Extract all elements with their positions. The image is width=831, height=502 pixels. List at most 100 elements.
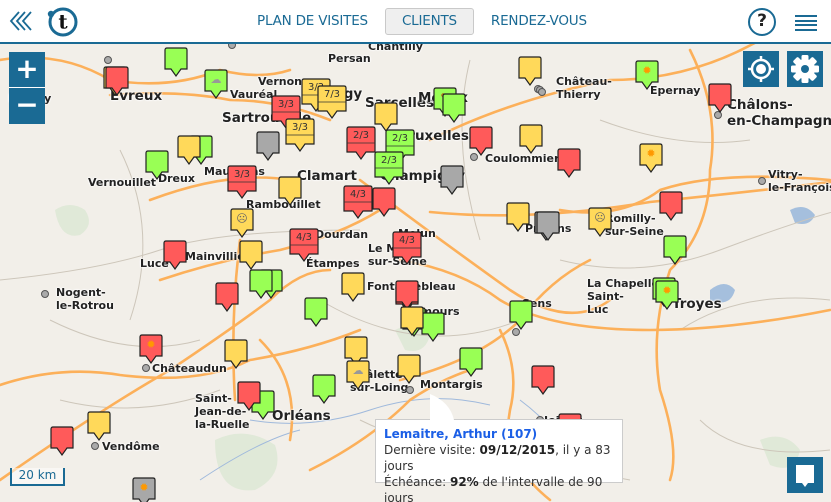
- client-marker-red[interactable]: [557, 148, 581, 179]
- client-marker-yellow[interactable]: [87, 411, 111, 442]
- marker-pin-shape: [459, 347, 483, 378]
- client-marker-yellow[interactable]: [506, 202, 530, 233]
- due-percent: 92%: [449, 475, 479, 489]
- client-marker-green[interactable]: [249, 269, 273, 300]
- client-marker-green[interactable]: [312, 374, 336, 405]
- client-marker-green[interactable]: ☁: [204, 69, 228, 100]
- tab-rendez-vous[interactable]: RENDEZ-VOUS: [480, 8, 598, 35]
- marker-pin-shape: [163, 240, 187, 271]
- logo[interactable]: t: [45, 6, 79, 38]
- marker-pin-shape: [400, 306, 424, 337]
- client-marker-yellow[interactable]: [224, 339, 248, 370]
- client-marker-gray[interactable]: [256, 131, 280, 162]
- client-marker-red[interactable]: [215, 282, 239, 313]
- client-marker-yellow[interactable]: ☹: [588, 207, 612, 238]
- client-marker-green[interactable]: [663, 235, 687, 266]
- road: [0, 268, 332, 482]
- city-label: Châteaudun: [152, 362, 227, 375]
- client-marker-red[interactable]: [469, 126, 493, 157]
- client-marker-green[interactable]: ✹: [655, 280, 679, 311]
- client-marker-red[interactable]: [50, 426, 74, 457]
- client-marker-yellow[interactable]: [278, 176, 302, 207]
- client-marker-red[interactable]: [659, 191, 683, 222]
- marker-pin-shape: [442, 93, 466, 124]
- zoom-out-button[interactable]: −: [9, 87, 45, 124]
- marker-pin-shape: [536, 211, 560, 242]
- locate-button[interactable]: [743, 51, 779, 87]
- client-marker-green[interactable]: [145, 150, 169, 181]
- city-label: Montargis: [420, 378, 483, 391]
- client-marker-yellow[interactable]: 3/3: [285, 118, 315, 153]
- client-marker-gray[interactable]: ✹: [132, 477, 156, 502]
- marker-pin-shape: [395, 280, 419, 311]
- client-marker-yellow[interactable]: [518, 56, 542, 87]
- back-button[interactable]: [8, 10, 34, 32]
- client-marker-yellow[interactable]: [177, 135, 201, 166]
- marker-pin-shape: [105, 66, 129, 97]
- tab-clients[interactable]: CLIENTS: [384, 8, 474, 35]
- client-marker-gray[interactable]: [536, 211, 560, 242]
- client-marker-green[interactable]: ✹: [635, 60, 659, 91]
- marker-count-label: 7/3: [323, 89, 341, 100]
- client-marker-gray[interactable]: [440, 165, 464, 196]
- client-marker-yellow[interactable]: ☁: [346, 360, 370, 391]
- city-dot: [142, 364, 150, 372]
- client-marker-yellow[interactable]: [397, 354, 421, 385]
- marker-pin-shape: [87, 411, 111, 442]
- sun-icon: ✹: [646, 147, 656, 160]
- sun-icon: ✹: [146, 338, 156, 351]
- marker-pin-shape: [557, 148, 581, 179]
- marker-count-label: 2/3: [380, 155, 398, 166]
- client-marker-green[interactable]: [164, 47, 188, 78]
- client-marker-red[interactable]: [372, 187, 396, 218]
- client-marker-yellow[interactable]: [341, 272, 365, 303]
- client-marker-green[interactable]: [442, 93, 466, 124]
- city-dot: [104, 56, 112, 64]
- client-marker-red[interactable]: [237, 381, 261, 412]
- client-marker-red[interactable]: [105, 66, 129, 97]
- city-label: Persan: [328, 52, 371, 65]
- client-marker-red[interactable]: 4/3: [343, 185, 373, 220]
- client-marker-red[interactable]: 3/3: [227, 165, 257, 200]
- client-marker-red[interactable]: 4/3: [392, 231, 422, 266]
- client-marker-green[interactable]: [459, 347, 483, 378]
- marker-count-label: 4/3: [295, 232, 313, 243]
- client-marker-green[interactable]: [421, 312, 445, 343]
- chat-button[interactable]: [787, 457, 823, 493]
- zoom-in-button[interactable]: +: [9, 52, 45, 87]
- client-marker-green[interactable]: [509, 300, 533, 331]
- tab-plan-de-visites[interactable]: PLAN DE VISITES: [246, 8, 379, 35]
- client-marker-red[interactable]: 2/3: [346, 126, 376, 161]
- chat-bubble-icon: [796, 465, 814, 487]
- client-name-link[interactable]: Lemaitre, Arthur (107): [384, 426, 614, 442]
- last-visit-date: 09/12/2015: [479, 443, 556, 457]
- client-marker-yellow[interactable]: [374, 102, 398, 133]
- client-marker-yellow[interactable]: [519, 124, 543, 155]
- marker-count-label: 4/3: [398, 235, 416, 246]
- marker-pin-shape: [708, 83, 732, 114]
- client-marker-yellow[interactable]: [400, 306, 424, 337]
- client-marker-yellow[interactable]: ☹: [230, 208, 254, 239]
- client-marker-red[interactable]: [163, 240, 187, 271]
- help-button[interactable]: ?: [748, 8, 776, 36]
- last-visit-line: Dernière visite: 09/12/2015, il y a 83 j…: [384, 442, 614, 474]
- settings-button[interactable]: [787, 51, 823, 87]
- marker-pin-shape: [659, 191, 683, 222]
- client-marker-yellow[interactable]: [239, 240, 263, 271]
- client-marker-red[interactable]: [708, 83, 732, 114]
- client-marker-red[interactable]: ✹: [139, 334, 163, 365]
- client-marker-yellow[interactable]: ✹: [639, 143, 663, 174]
- hamburger-icon: [795, 15, 817, 17]
- client-marker-green[interactable]: 2/3: [374, 151, 404, 186]
- client-marker-red[interactable]: 4/3: [289, 228, 319, 263]
- client-marker-red[interactable]: [531, 365, 555, 396]
- zoom-control: + −: [9, 52, 45, 124]
- client-marker-green[interactable]: [304, 297, 328, 328]
- city-label: Dourdan: [315, 228, 369, 241]
- marker-pin-shape: [249, 269, 273, 300]
- marker-pin-shape: [224, 339, 248, 370]
- client-marker-yellow[interactable]: 7/3: [317, 85, 347, 120]
- city-label: Vendôme: [102, 440, 160, 453]
- city-dot: [41, 290, 49, 298]
- hamburger-menu-button[interactable]: [795, 15, 817, 31]
